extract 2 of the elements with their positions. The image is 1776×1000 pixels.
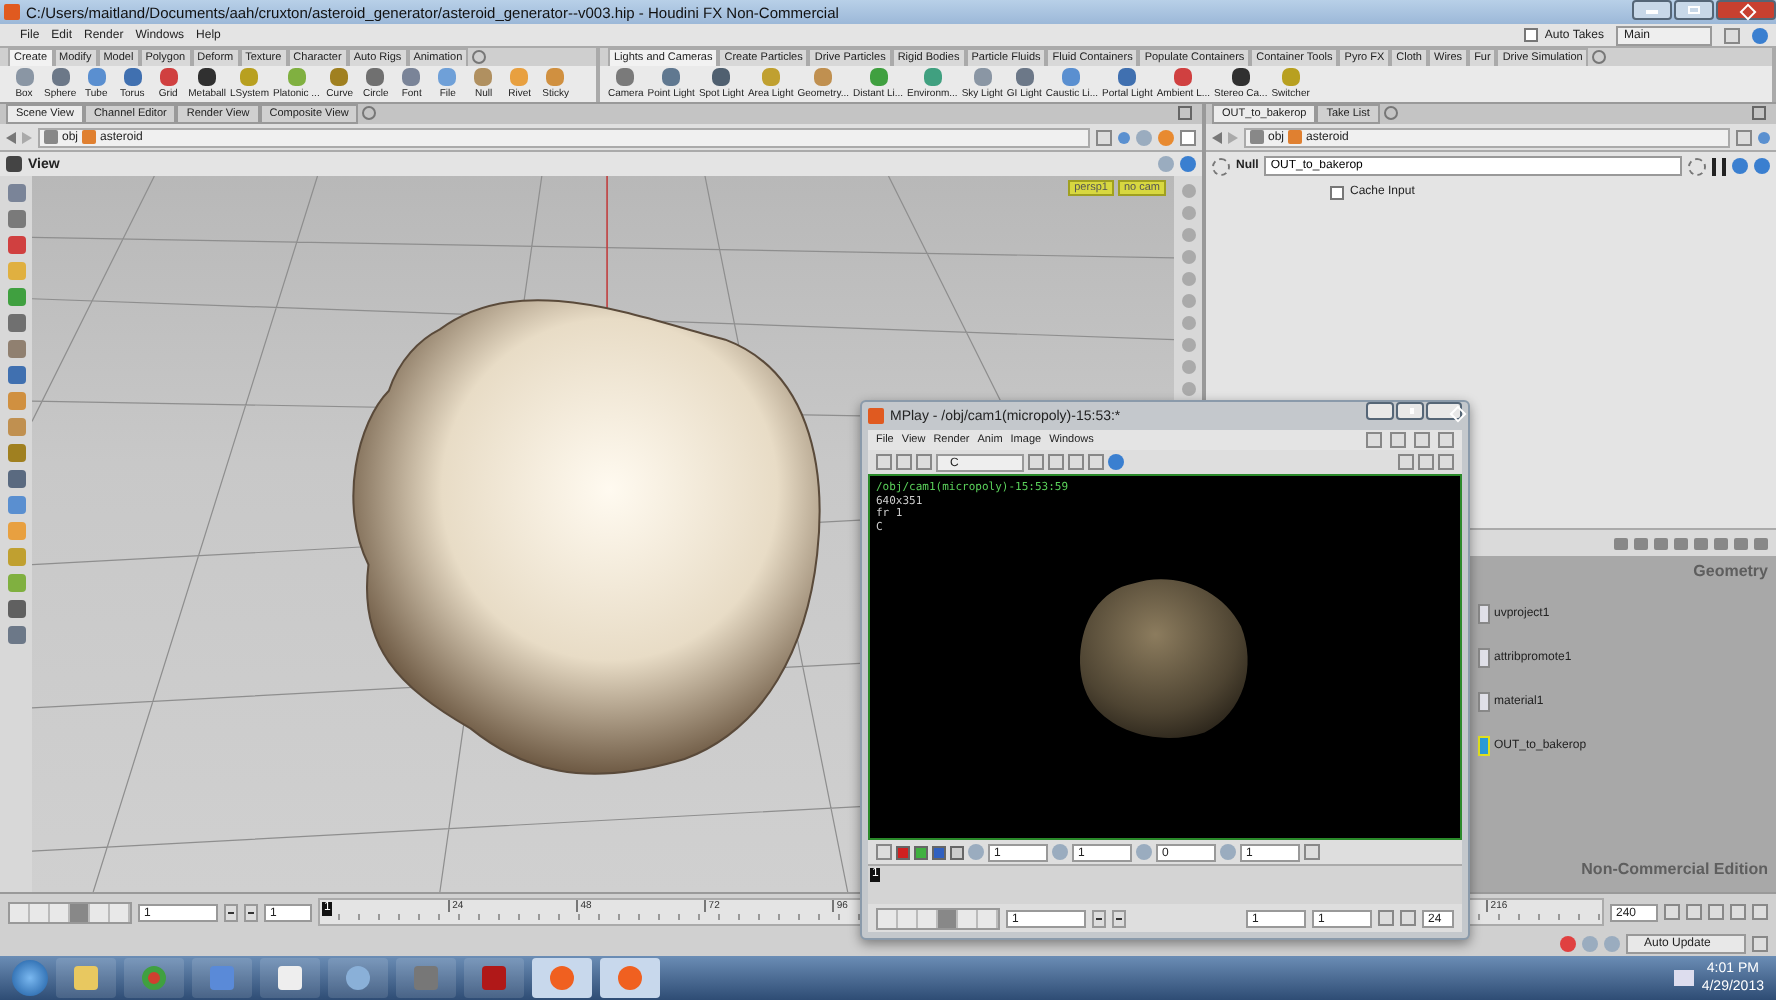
context-label: Geometry bbox=[1693, 562, 1768, 580]
edition-watermark: Non-Commercial Edition bbox=[1581, 860, 1768, 878]
